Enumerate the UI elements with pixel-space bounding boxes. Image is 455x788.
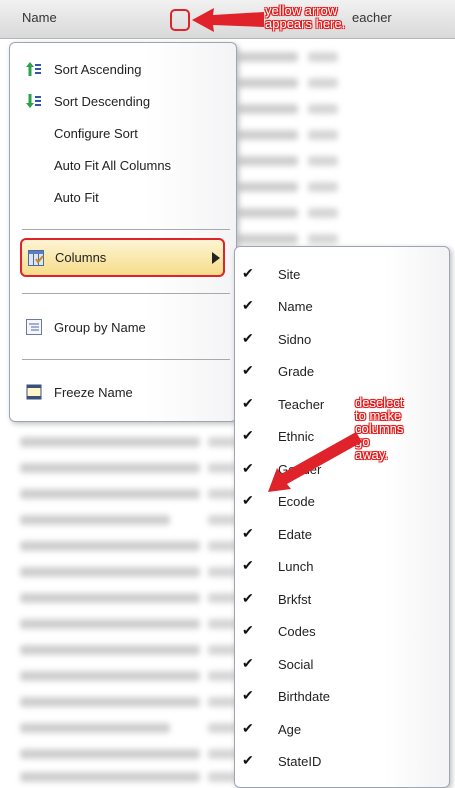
checkmark-icon: ✔	[242, 395, 254, 411]
menu-item-auto-fit-all-columns[interactable]: Auto Fit All Columns	[10, 153, 236, 177]
column-toggle-site[interactable]: ✔ Site	[235, 262, 449, 286]
checkmark-icon: ✔	[242, 330, 254, 346]
columns-icon	[28, 250, 44, 266]
column-toggle-label: Sidno	[278, 332, 312, 347]
sort-ascending-icon	[26, 61, 42, 77]
submenu-arrow-icon	[212, 252, 220, 264]
checkmark-icon: ✔	[242, 720, 254, 736]
checkmark-icon: ✔	[242, 525, 254, 541]
grid-header: Name eacher	[0, 0, 455, 39]
column-toggle-name[interactable]: ✔ Name	[235, 294, 449, 318]
checkmark-icon: ✔	[242, 655, 254, 671]
columns-submenu: ✔ Site ✔ Name ✔ Sidno ✔ Grade ✔ Teacher ✔ Ethn…	[234, 246, 450, 788]
group-icon	[26, 319, 42, 335]
menu-item-label: Freeze Name	[54, 385, 133, 400]
sort-descending-icon	[26, 93, 42, 109]
column-toggle-label: Ecode	[278, 494, 315, 509]
menu-item-freeze-name[interactable]: Freeze Name	[10, 380, 236, 404]
column-toggle-label: StateID	[278, 754, 322, 769]
column-toggle-label: Edate	[278, 527, 312, 542]
menu-item-sort-ascending[interactable]: Sort Ascending	[10, 57, 236, 81]
column-toggle-sidno[interactable]: ✔ Sidno	[235, 327, 449, 351]
column-toggle-label: Age	[278, 722, 302, 737]
checkmark-icon: ✔	[242, 590, 254, 606]
column-toggle-ecode[interactable]: ✔ Ecode	[235, 489, 449, 513]
menu-item-label: Columns	[55, 250, 107, 265]
checkmark-icon: ✔	[242, 557, 254, 573]
column-toggle-birthdate[interactable]: ✔ Birthdate	[235, 684, 449, 708]
checkmark-icon: ✔	[242, 492, 254, 508]
menu-divider	[22, 359, 230, 360]
freeze-icon	[26, 384, 42, 400]
deselect-callout: deselect to make columns go away.	[355, 396, 435, 461]
menu-item-auto-fit[interactable]: Auto Fit	[10, 185, 236, 209]
menu-divider	[22, 293, 230, 294]
column-toggle-label: Teacher	[278, 397, 325, 412]
menu-item-configure-sort[interactable]: Configure Sort	[10, 121, 236, 145]
yellow-arrow-callout: yellow arrow appears here.	[265, 4, 385, 30]
column-toggle-label: Birthdate	[278, 689, 331, 704]
menu-item-group-by-name[interactable]: Group by Name	[10, 315, 236, 339]
column-toggle-label: Codes	[278, 624, 316, 639]
menu-item-label: Configure Sort	[54, 126, 138, 141]
menu-item-columns[interactable]: Columns	[20, 238, 225, 277]
checkmark-icon: ✔	[242, 265, 254, 281]
column-toggle-label: Ethnic	[278, 429, 315, 444]
menu-item-label: Sort Descending	[54, 94, 151, 109]
menu-item-label: Group by Name	[54, 320, 146, 335]
column-toggle-age[interactable]: ✔ Age	[235, 717, 449, 741]
menu-item-label: Auto Fit	[54, 190, 99, 205]
checkmark-icon: ✔	[242, 687, 254, 703]
checkmark-icon: ✔	[242, 362, 254, 378]
column-toggle-edate[interactable]: ✔ Edate	[235, 522, 449, 546]
column-toggle-label: Gender	[278, 462, 322, 477]
column-toggle-label: Name	[278, 299, 313, 314]
column-toggle-codes[interactable]: ✔ Codes	[235, 619, 449, 643]
checkmark-icon: ✔	[242, 752, 254, 768]
column-toggle-brkfst[interactable]: ✔ Brkfst	[235, 587, 449, 611]
column-toggle-social[interactable]: ✔ Social	[235, 652, 449, 676]
header-dropdown-highlight[interactable]	[170, 9, 190, 31]
checkmark-icon: ✔	[242, 622, 254, 638]
column-toggle-lunch[interactable]: ✔ Lunch	[235, 554, 449, 578]
checkmark-icon: ✔	[242, 297, 254, 313]
callout-line: away.	[355, 447, 388, 462]
checkmark-icon: ✔	[242, 460, 254, 476]
column-toggle-grade[interactable]: ✔ Grade	[235, 359, 449, 383]
column-toggle-label: Social	[278, 657, 314, 672]
menu-item-label: Sort Ascending	[54, 62, 142, 77]
column-toggle-label: Lunch	[278, 559, 314, 574]
menu-item-label: Auto Fit All Columns	[54, 158, 172, 173]
menu-divider	[22, 229, 230, 230]
column-toggle-stateid[interactable]: ✔ StateID	[235, 749, 449, 773]
column-context-menu: Sort Ascending Sort Descending Configure…	[9, 42, 237, 422]
checkmark-icon: ✔	[242, 427, 254, 443]
column-toggle-label: Grade	[278, 364, 315, 379]
column-toggle-label: Brkfst	[278, 592, 312, 607]
column-toggle-label: Site	[278, 267, 301, 282]
name-column-header[interactable]: Name	[22, 10, 57, 25]
menu-item-sort-descending[interactable]: Sort Descending	[10, 89, 236, 113]
callout-line: appears here.	[265, 16, 346, 31]
